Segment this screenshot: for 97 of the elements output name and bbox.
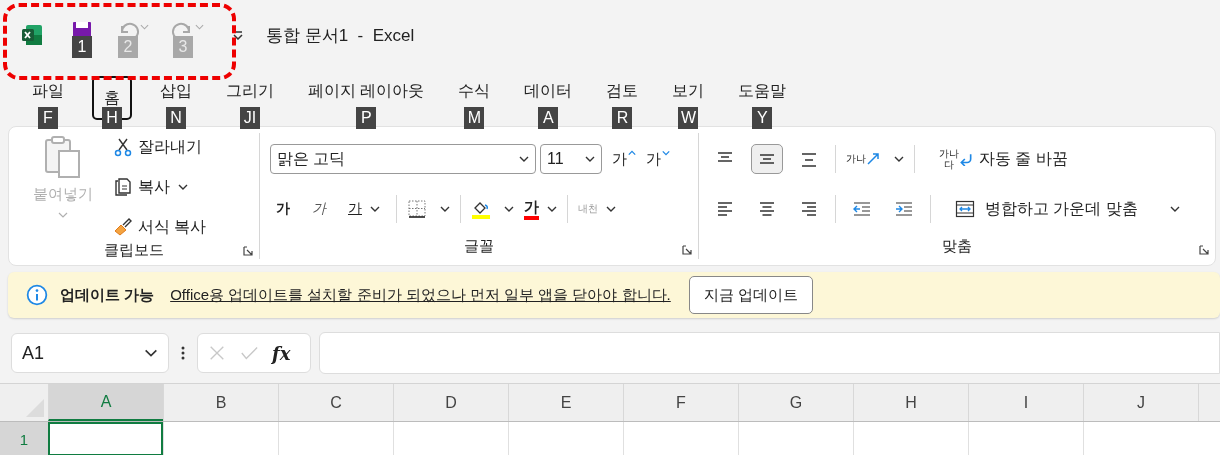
column-header[interactable]: G <box>738 384 853 421</box>
lines-icon <box>799 199 819 219</box>
notification-title: 업데이트 가능 <box>60 285 155 305</box>
keytip: N <box>166 107 186 129</box>
group-label: 클립보드 <box>104 241 164 260</box>
lines-icon <box>715 199 735 219</box>
font-size-dropdown[interactable]: 11 <box>540 144 602 174</box>
caret-icon <box>58 212 68 218</box>
ribbon-tab[interactable]: 파일 <box>26 76 70 106</box>
middle-align-button[interactable] <box>751 144 783 174</box>
ribbon-tab[interactable]: 수식 <box>452 76 497 106</box>
ribbon-tab[interactable]: 보기 <box>666 76 711 106</box>
font-name-dropdown[interactable]: 맑은 고딕 <box>270 144 536 174</box>
caret-icon <box>504 206 514 212</box>
column-header[interactable]: H <box>853 384 968 421</box>
formula-input[interactable] <box>319 332 1220 374</box>
column-header[interactable]: F <box>623 384 738 421</box>
dialog-launcher-icon[interactable] <box>682 245 692 255</box>
keytip-tooltip: 1 <box>72 36 92 58</box>
copy-icon <box>113 177 133 197</box>
caret-icon <box>178 184 188 190</box>
ribbon-tab[interactable]: 도움말 <box>732 76 793 106</box>
caret-icon <box>894 156 904 162</box>
caret-icon <box>519 156 529 162</box>
dialog-launcher-icon[interactable] <box>243 246 253 256</box>
insert-function-button[interactable]: fx <box>272 342 291 364</box>
table-cell[interactable] <box>48 422 163 455</box>
up-chevron-icon <box>628 150 636 156</box>
cut-button[interactable]: 잘라내기 <box>113 133 207 161</box>
paintbrush-icon <box>113 217 133 237</box>
name-box[interactable]: A1 <box>11 333 169 373</box>
wrap-text-button[interactable]: 가나 다 자동 줄 바꿈 <box>939 145 1068 173</box>
merge-center-button[interactable]: 병합하고 가운데 맞춤 <box>955 195 1180 223</box>
clipboard-icon <box>43 135 83 179</box>
spreadsheet-logo-icon <box>20 23 44 47</box>
orientation-button[interactable]: 가나 <box>846 145 904 173</box>
caret-icon <box>195 24 204 30</box>
cancel-icon[interactable] <box>208 344 226 362</box>
decrease-font-size-button[interactable]: 가 <box>646 145 670 173</box>
bold-button[interactable]: 가 <box>270 195 296 223</box>
update-now-button[interactable]: 지금 업데이트 <box>688 276 813 314</box>
down-chevron-icon <box>662 150 670 156</box>
merge-cells-icon <box>955 199 975 219</box>
more-options-icon[interactable] <box>181 345 185 361</box>
underline-button[interactable]: 가 <box>342 195 386 223</box>
increase-font-size-button[interactable]: 가 <box>612 145 636 173</box>
lines-icon <box>757 199 777 219</box>
ribbon-tab[interactable]: 검토 <box>600 76 645 106</box>
caret-icon <box>140 24 149 30</box>
diagonal-arrow-icon <box>866 152 880 166</box>
indent-icon <box>894 199 914 219</box>
scissors-icon <box>113 137 133 157</box>
copy-button[interactable]: 복사 <box>113 173 207 201</box>
customize-icon[interactable] <box>232 30 244 40</box>
ribbon-tab[interactable]: 페이지 레이아웃 <box>302 76 431 106</box>
keytip: W <box>678 107 699 129</box>
group-label: 글꼴 <box>464 236 494 256</box>
dialog-launcher-icon[interactable] <box>1199 245 1209 255</box>
column-header[interactable]: E <box>508 384 623 421</box>
row-header[interactable]: 1 <box>0 422 48 455</box>
column-header[interactable]: J <box>1083 384 1198 421</box>
ribbon-tab[interactable]: 그리기 <box>220 76 280 106</box>
keytip: P <box>356 107 377 129</box>
font-color-button[interactable]: 가 <box>524 195 557 223</box>
caret-icon <box>370 206 380 212</box>
keytip: M <box>464 107 485 129</box>
keytip: R <box>612 107 633 129</box>
format-painter-button[interactable]: 서식 복사 <box>113 213 207 241</box>
border-grid-icon <box>407 199 427 219</box>
keytip: Y <box>752 107 773 129</box>
column-header[interactable]: A <box>48 384 163 421</box>
caret-icon <box>1169 206 1180 212</box>
keytip: JI <box>240 107 260 129</box>
keytip-tooltip: 2 <box>118 36 138 58</box>
caret-icon <box>547 206 557 212</box>
window-title: 통합 문서1 - Excel <box>266 24 415 47</box>
caret-icon <box>585 156 595 162</box>
caret-icon <box>440 206 450 212</box>
caret-icon <box>606 206 616 212</box>
column-header[interactable]: C <box>278 384 393 421</box>
column-header[interactable]: D <box>393 384 508 421</box>
column-header[interactable]: B <box>163 384 278 421</box>
notification-link[interactable]: Office용 업데이트를 설치할 준비가 되었으나 먼저 일부 앱을 닫아야 합니다. <box>170 285 671 305</box>
outdent-icon <box>852 199 872 219</box>
info-icon <box>26 284 48 306</box>
keytip: A <box>538 107 559 129</box>
return-arrow-icon <box>959 152 973 166</box>
ribbon-tab[interactable]: 삽입 <box>154 76 198 106</box>
keytip: F <box>38 107 58 129</box>
caret-icon <box>144 349 158 357</box>
ribbon-tab[interactable]: 데이터 <box>518 76 579 106</box>
italic-button[interactable]: 가 <box>306 195 332 223</box>
column-header[interactable]: I <box>968 384 1083 421</box>
check-icon[interactable] <box>240 344 258 362</box>
keytip-tooltip: 3 <box>173 36 193 58</box>
keytip: H <box>102 107 122 129</box>
group-label: 맞춤 <box>942 236 972 256</box>
